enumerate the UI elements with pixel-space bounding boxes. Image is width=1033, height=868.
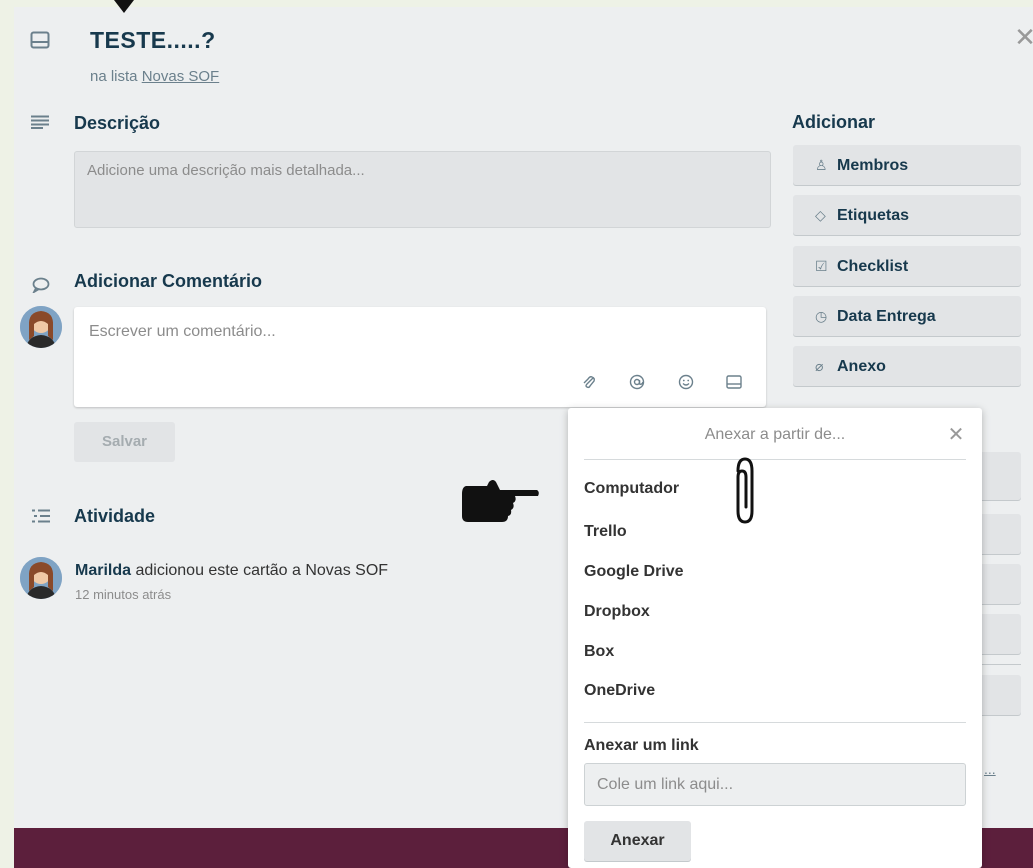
comment-icon xyxy=(32,277,50,293)
avatar xyxy=(20,306,62,348)
more-link[interactable]: ... xyxy=(984,761,996,777)
activity-icon xyxy=(32,509,50,523)
paperclip-icon xyxy=(736,457,754,524)
popover-divider xyxy=(584,722,966,723)
checklist-label: Checklist xyxy=(837,258,909,275)
members-label: Membros xyxy=(837,157,909,174)
attach-popover: Anexar a partir de... ✕ Computador Trell… xyxy=(568,408,982,868)
labels-label: Etiquetas xyxy=(837,207,910,224)
checklist-button[interactable]: ☑ Checklist xyxy=(793,246,1021,286)
popover-close-icon[interactable]: ✕ xyxy=(944,423,968,447)
description-heading: Descrição xyxy=(74,113,161,133)
link-input[interactable]: Cole um link aqui... xyxy=(584,763,966,806)
description-icon xyxy=(31,115,49,129)
emoji-icon[interactable] xyxy=(678,374,694,390)
comment-heading: Adicionar Comentário xyxy=(74,271,263,291)
activity-entry: Marilda adicionou este cartão a Novas SO… xyxy=(75,562,388,580)
source-box[interactable]: Box xyxy=(584,643,614,661)
activity-heading: Atividade xyxy=(74,506,156,526)
list-prefix: na lista xyxy=(90,68,142,85)
source-onedrive[interactable]: OneDrive xyxy=(584,682,655,700)
tag-icon: ◇ xyxy=(815,207,826,223)
description-input[interactable]: Adicione uma descrição mais detalhada... xyxy=(74,151,771,228)
paperclip-icon[interactable] xyxy=(582,375,596,389)
activity-avatar xyxy=(20,557,62,599)
source-computer[interactable]: Computador xyxy=(584,480,679,498)
mention-icon[interactable] xyxy=(629,374,645,390)
card-link-icon[interactable] xyxy=(726,375,742,389)
save-button[interactable]: Salvar xyxy=(74,422,175,462)
comment-placeholder: Escrever um comentário... xyxy=(89,323,276,340)
activity-user[interactable]: Marilda xyxy=(75,562,131,579)
source-trello[interactable]: Trello xyxy=(584,523,627,541)
activity-time[interactable]: 12 minutos atrás xyxy=(75,587,171,602)
attachment-label: Anexo xyxy=(837,358,886,375)
sidebar-heading: Adicionar xyxy=(792,112,876,132)
arrow-down-icon xyxy=(114,0,134,13)
list-link[interactable]: Novas SOF xyxy=(142,68,220,85)
attach-button[interactable]: Anexar xyxy=(584,821,691,861)
pointing-hand-icon xyxy=(462,480,539,522)
card-icon xyxy=(30,31,50,49)
comment-input[interactable]: Escrever um comentário... xyxy=(74,307,766,407)
source-dropbox[interactable]: Dropbox xyxy=(584,603,650,621)
members-button[interactable]: ♙ Membros xyxy=(793,145,1021,185)
due-date-button[interactable]: ◷ Data Entrega xyxy=(793,296,1021,336)
attach-link-label: Anexar um link xyxy=(584,737,699,754)
due-date-label: Data Entrega xyxy=(837,308,936,325)
clock-icon: ◷ xyxy=(815,308,828,324)
card-list-info: na lista Novas SOF xyxy=(90,68,219,85)
paperclip-icon: ⌀ xyxy=(815,358,824,374)
popover-divider xyxy=(584,459,966,460)
popover-title: Anexar a partir de... xyxy=(704,426,846,443)
activity-text: adicionou este cartão a Novas SOF xyxy=(131,562,389,579)
close-icon[interactable]: ✕ xyxy=(1011,23,1033,51)
attachment-button[interactable]: ⌀ Anexo xyxy=(793,346,1021,386)
labels-button[interactable]: ◇ Etiquetas xyxy=(793,195,1021,235)
checkbox-icon: ☑ xyxy=(815,258,828,274)
source-google-drive[interactable]: Google Drive xyxy=(584,563,684,581)
person-icon: ♙ xyxy=(815,157,828,173)
card-title[interactable]: TESTE.....? xyxy=(90,27,216,54)
